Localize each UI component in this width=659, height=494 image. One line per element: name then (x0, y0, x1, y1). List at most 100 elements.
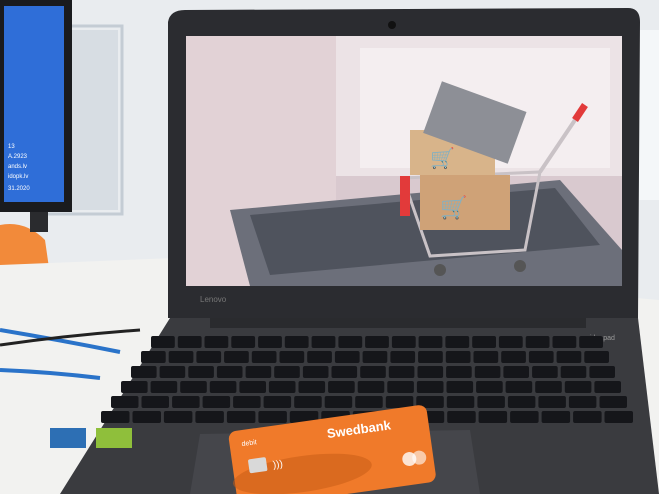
keyboard-key (416, 381, 444, 393)
keyboard-key (141, 396, 169, 408)
monitor-text-line: idopk.lv (8, 174, 28, 180)
keyboard-key (209, 381, 237, 393)
keyboard-key (541, 411, 571, 423)
keyboard-key (245, 366, 272, 378)
keyboard-key (196, 351, 222, 363)
keyboard-key (535, 381, 562, 393)
keyboard-key (599, 396, 627, 408)
keyboard-key (239, 381, 266, 393)
svg-text:🛒: 🛒 (430, 146, 455, 170)
keyboard-key (168, 351, 194, 363)
keyboard-key (231, 336, 256, 348)
keyboard-key (532, 366, 558, 378)
keyboard-key (477, 396, 505, 408)
keyboard-key (258, 336, 282, 348)
keyboard-key (573, 411, 602, 423)
keyboard-key (258, 411, 287, 423)
keyboard-key (226, 411, 256, 423)
monitor-stand (30, 212, 48, 232)
keyboard-key (111, 396, 139, 408)
keyboard-key (446, 366, 472, 378)
keyboard-key (552, 336, 577, 348)
scene-photo: 13 A.2923 ands.lv idopk.lv 31.2020 Lenov… (0, 0, 659, 494)
keyboard-key (584, 351, 609, 363)
keyboard-key (447, 411, 476, 423)
keyboard-key (163, 411, 193, 423)
keyboard-key (385, 396, 414, 408)
contactless-icon: ))) (272, 459, 283, 471)
keyboard-key (365, 336, 389, 348)
keyboard-key (418, 336, 443, 348)
keyboard-key (589, 366, 615, 378)
keyboard-key (564, 381, 592, 393)
keyboard-key (473, 351, 499, 363)
keyboard-key (501, 351, 526, 363)
keyboard-key (445, 351, 471, 363)
card-chip-icon (248, 457, 268, 474)
keyboard-key (538, 396, 566, 408)
keyboard-key (284, 336, 309, 348)
keyboard-key (251, 351, 277, 363)
keyboard-key (568, 396, 597, 408)
keyboard-key (233, 396, 261, 408)
keyboard-key (216, 366, 243, 378)
keyboard-key (507, 396, 536, 408)
screen-image: 🛒 🛒 (186, 36, 622, 286)
webcam-icon (388, 21, 396, 29)
intel-sticker (50, 428, 86, 448)
keyboard-key (331, 366, 358, 378)
keyboard-key (302, 366, 329, 378)
keyboard-key (151, 336, 175, 348)
keyboard-key (478, 411, 508, 423)
keyboard-key (150, 381, 178, 393)
keyboard-key (195, 411, 224, 423)
keyboard-key (355, 396, 383, 408)
monitor-text-line: A.2923 (8, 154, 28, 160)
keyboard-key (338, 336, 363, 348)
keyboard-key (141, 351, 166, 363)
keyboard-key (360, 366, 386, 378)
keyboard-key (263, 396, 292, 408)
keyboard-key (556, 351, 582, 363)
keyboard-key (388, 366, 415, 378)
keyboard-key (131, 366, 157, 378)
keyboard-key (172, 396, 200, 408)
keyboard-key (268, 381, 296, 393)
keyboard-key (121, 381, 148, 393)
keyboard-key (474, 366, 501, 378)
keyboard-key (298, 381, 326, 393)
keyboard-key (357, 381, 385, 393)
keyboard-key (528, 351, 554, 363)
keyboard-key (334, 351, 360, 363)
keyboard-key (476, 381, 503, 393)
keyboard-key (594, 381, 621, 393)
keyboard-key (445, 336, 470, 348)
keyboard-key (391, 336, 416, 348)
keyboard-key (525, 336, 550, 348)
green-sticker (96, 428, 132, 448)
keyboard-key (604, 411, 633, 423)
keyboard-key (132, 411, 161, 423)
keyboard-key (202, 396, 231, 408)
hinge (210, 318, 586, 328)
keyboard-key (294, 396, 322, 408)
keyboard-key (472, 336, 496, 348)
keyboard-key (505, 381, 533, 393)
keyboard-key (180, 381, 207, 393)
keyboard-key (498, 336, 523, 348)
keyboard-key (446, 381, 474, 393)
keyboard-key (307, 351, 332, 363)
keyboard-key (362, 351, 388, 363)
monitor-screen (4, 6, 64, 202)
keyboard-key (204, 336, 229, 348)
monitor-text-line: 31.2020 (8, 186, 30, 192)
keyboard-key (311, 336, 336, 348)
keyboard-key (224, 351, 249, 363)
keyboard-key (274, 366, 300, 378)
keyboard-key (324, 396, 353, 408)
keyboard-key (446, 396, 475, 408)
keyboard-key (387, 381, 414, 393)
keyboard-key (390, 351, 416, 363)
laptop-brand-logo: Lenovo (200, 295, 227, 304)
keyboard-key (579, 336, 603, 348)
